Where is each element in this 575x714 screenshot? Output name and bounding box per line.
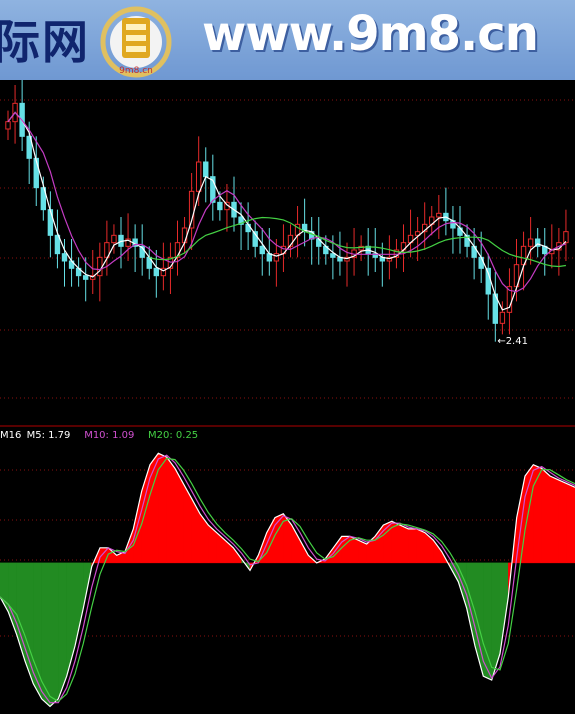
candle-body <box>527 238 534 247</box>
oscillator-area-segment <box>191 498 201 564</box>
candle-body <box>245 223 251 233</box>
legend-entry: M5: 1.79 <box>27 430 71 441</box>
legend-entry: M10: 1.09 <box>84 430 134 441</box>
candle-body <box>61 253 68 262</box>
candle-body <box>563 231 569 244</box>
legend-entry: M16 <box>0 430 21 441</box>
candle-body <box>5 121 11 130</box>
oscillator-area-segment <box>199 513 209 564</box>
oscillator-area-segment <box>41 562 51 708</box>
oscillator-area-segment <box>524 463 534 564</box>
oscillator-area-segment <box>49 562 59 708</box>
ma-slow-line <box>149 216 566 268</box>
price-panel: ←2.41 <box>5 80 569 347</box>
oscillator-area-segment <box>491 562 501 681</box>
candle-body <box>47 209 54 236</box>
candle-body <box>153 267 160 277</box>
oscillator-panel <box>0 452 575 708</box>
candle-body <box>217 201 223 211</box>
chart-area: ←2.41 M16 M5: 1.79 M10: 1.09 M20: 0.25 <box>0 80 575 708</box>
oscillator-area-segment <box>416 528 426 564</box>
oscillator-area-segment <box>341 536 351 564</box>
banner-left-text: 际网 <box>0 15 90 69</box>
site-logo: 9m8.cn <box>100 6 172 78</box>
candle-body <box>195 161 202 192</box>
candle-body <box>203 161 209 178</box>
logo-caption: 9m8.cn <box>119 66 153 76</box>
candle-body <box>181 227 188 244</box>
candle-body <box>478 256 484 269</box>
oscillator-area-segment <box>541 467 551 564</box>
candle-body <box>111 234 117 244</box>
candle-body <box>273 253 280 262</box>
oscillator-area-segment <box>549 475 559 564</box>
oscillator-area-segment <box>466 562 476 647</box>
banner-url-text: www.9m8.cn <box>202 6 539 62</box>
candle-body <box>330 253 336 258</box>
site-banner: 际网 9m8.cn www.9m8.cn <box>0 0 575 80</box>
legend-entry: M20: 0.25 <box>148 430 198 441</box>
oscillator-area-segment <box>166 456 176 564</box>
low-price-label: ←2.41 <box>497 336 528 347</box>
candle-body <box>259 245 265 255</box>
ma-fast-line <box>7 111 567 311</box>
candle-body <box>436 212 442 218</box>
oscillator-area-segment <box>408 528 417 564</box>
candle-body <box>499 311 506 324</box>
oscillator-legend: M16 M5: 1.79 M10: 1.09 M20: 0.25 <box>0 430 198 441</box>
oscillator-area-segment <box>533 464 542 564</box>
oscillator-area-segment <box>558 479 567 564</box>
oscillator-area-segment <box>399 524 409 564</box>
oscillator-area-segment <box>566 483 575 564</box>
oscillator-area-segment <box>158 452 167 564</box>
candle-body <box>82 275 89 280</box>
